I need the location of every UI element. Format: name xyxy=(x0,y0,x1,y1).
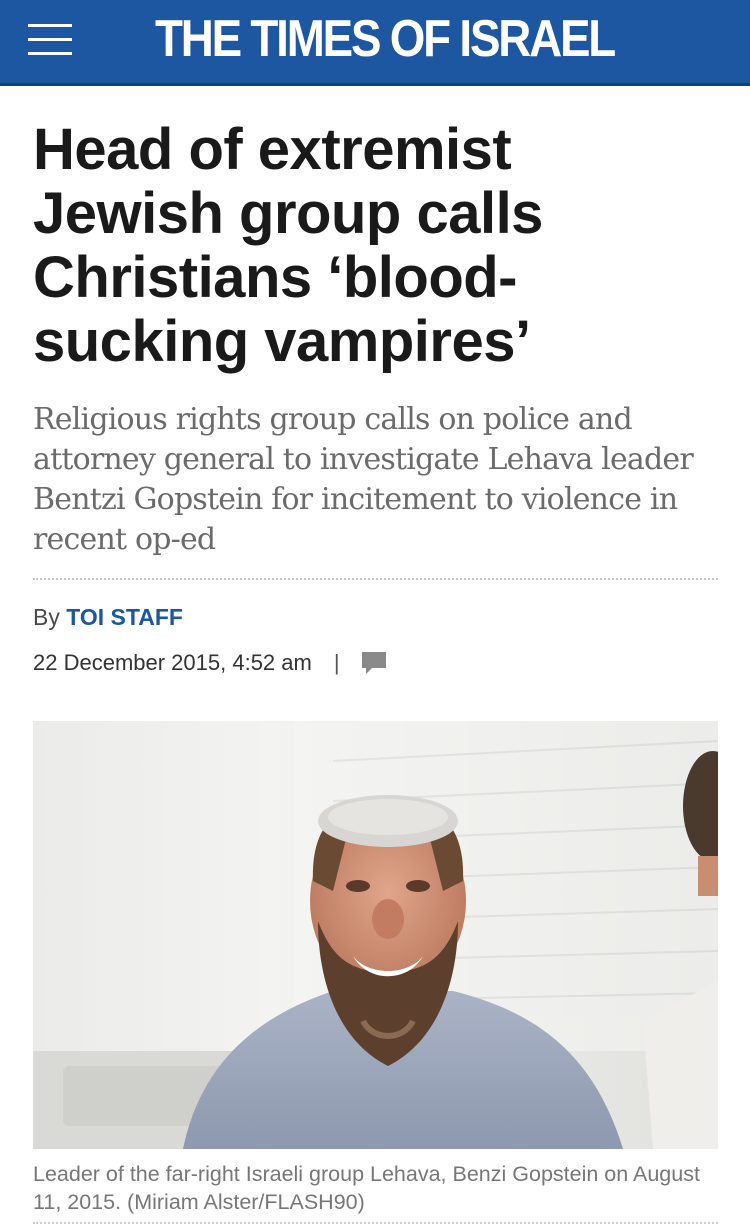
article-photo-image xyxy=(33,721,718,1149)
article-subheadline: Religious rights group calls on police a… xyxy=(33,402,694,557)
site-header: THE TIMES OF ISRAEL xyxy=(0,0,750,86)
separator: | xyxy=(333,650,340,675)
dotted-divider xyxy=(33,578,718,580)
publish-date: 22 December 2015, 4:52 am xyxy=(33,650,312,675)
hamburger-menu-icon[interactable] xyxy=(28,22,72,58)
author-link[interactable]: TOI STAFF xyxy=(66,604,183,630)
site-logo[interactable]: THE TIMES OF ISRAEL xyxy=(155,6,616,72)
bottom-divider xyxy=(33,1222,718,1224)
photo-caption: Leader of the far-right Israeli group Le… xyxy=(33,1162,700,1214)
article-headline: Head of extremist Jewish group calls Chr… xyxy=(33,117,543,374)
article-photo xyxy=(33,721,718,1149)
dateline: 22 December 2015, 4:52 am | xyxy=(33,648,388,678)
byline: By TOI STAFF xyxy=(33,602,183,632)
byline-prefix: By xyxy=(33,604,60,630)
comment-bubble-icon[interactable] xyxy=(360,650,388,676)
